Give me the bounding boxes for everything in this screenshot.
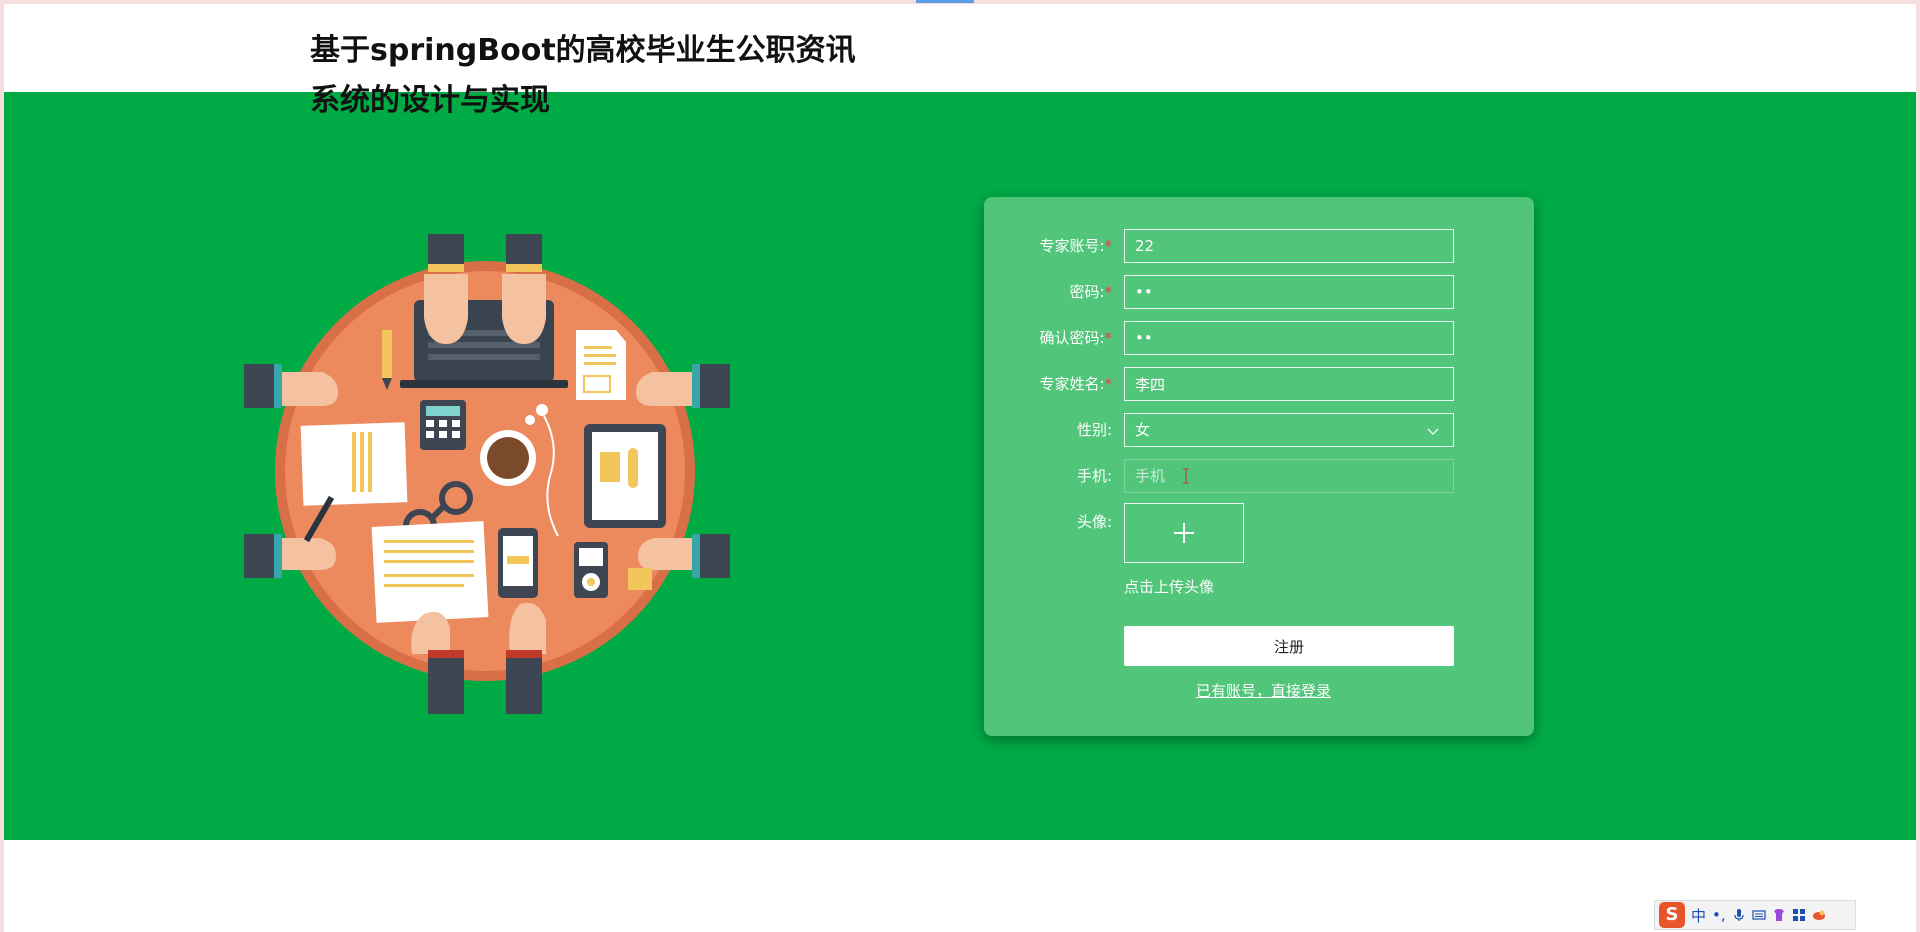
field-row-password: 密码:* [984,274,1534,310]
site-title: 基于springBoot的高校毕业生公职资讯系统的设计与实现 [310,33,856,118]
page-header [0,0,1920,92]
microphone-icon[interactable] [1732,908,1746,922]
field-label-avatar: 头像: [1076,513,1112,531]
account-input[interactable] [1124,229,1454,263]
gender-select-value: 女 [1135,421,1151,439]
required-mark: * [1104,375,1113,393]
skin-icon[interactable] [1772,908,1786,922]
toolbox-icon[interactable] [1792,908,1806,922]
avatar-upload-box[interactable] [1124,503,1244,563]
password-input[interactable] [1124,275,1454,309]
ime-language-toggle[interactable]: 中 [1691,905,1706,926]
confirm-password-input[interactable] [1124,321,1454,355]
required-mark: * [1104,283,1113,301]
ime-punctuation-toggle[interactable]: •, [1712,906,1726,924]
upload-avatar-hint[interactable]: 点击上传头像 [1124,576,1214,597]
meeting-illustration [244,234,730,714]
field-row-phone: 手机: [984,458,1534,494]
text-cursor-icon [1183,468,1189,484]
field-label-password: 密码:* [1069,283,1113,301]
field-row-avatar: 头像: [984,504,1534,540]
keyboard-icon[interactable] [1752,908,1766,922]
field-label-name: 专家姓名:* [1039,375,1113,393]
field-label-gender: 性别: [1076,421,1112,439]
mascot-icon[interactable] [1812,908,1826,922]
field-label-account: 专家账号:* [1039,237,1113,255]
expert-name-input[interactable] [1124,367,1454,401]
field-label-confirm-password: 确认密码:* [1039,329,1113,347]
field-row-gender: 性别: 女 [984,412,1534,448]
field-label-phone: 手机: [1076,467,1112,485]
plus-icon [1174,523,1194,543]
field-row-name: 专家姓名:* [984,366,1534,402]
chevron-down-icon [1427,428,1439,435]
gender-select[interactable]: 女 [1124,413,1454,447]
field-row-confirm-password: 确认密码:* [984,320,1534,356]
required-mark: * [1104,329,1113,347]
sogou-logo-icon[interactable]: S [1659,902,1685,928]
register-button[interactable]: 注册 [1124,626,1454,666]
login-link[interactable]: 已有账号，直接登录 [1196,680,1331,701]
ime-toolbar: S 中 •, [1654,900,1856,930]
field-row-account: 专家账号:* [984,228,1534,264]
register-form-card: 专家账号:* 密码:* 确认密码:* 专家姓名:* 性别: 女 手机: 头像: [984,197,1534,736]
required-mark: * [1104,237,1113,255]
phone-input[interactable] [1124,459,1454,493]
top-accent-bar [916,0,974,3]
